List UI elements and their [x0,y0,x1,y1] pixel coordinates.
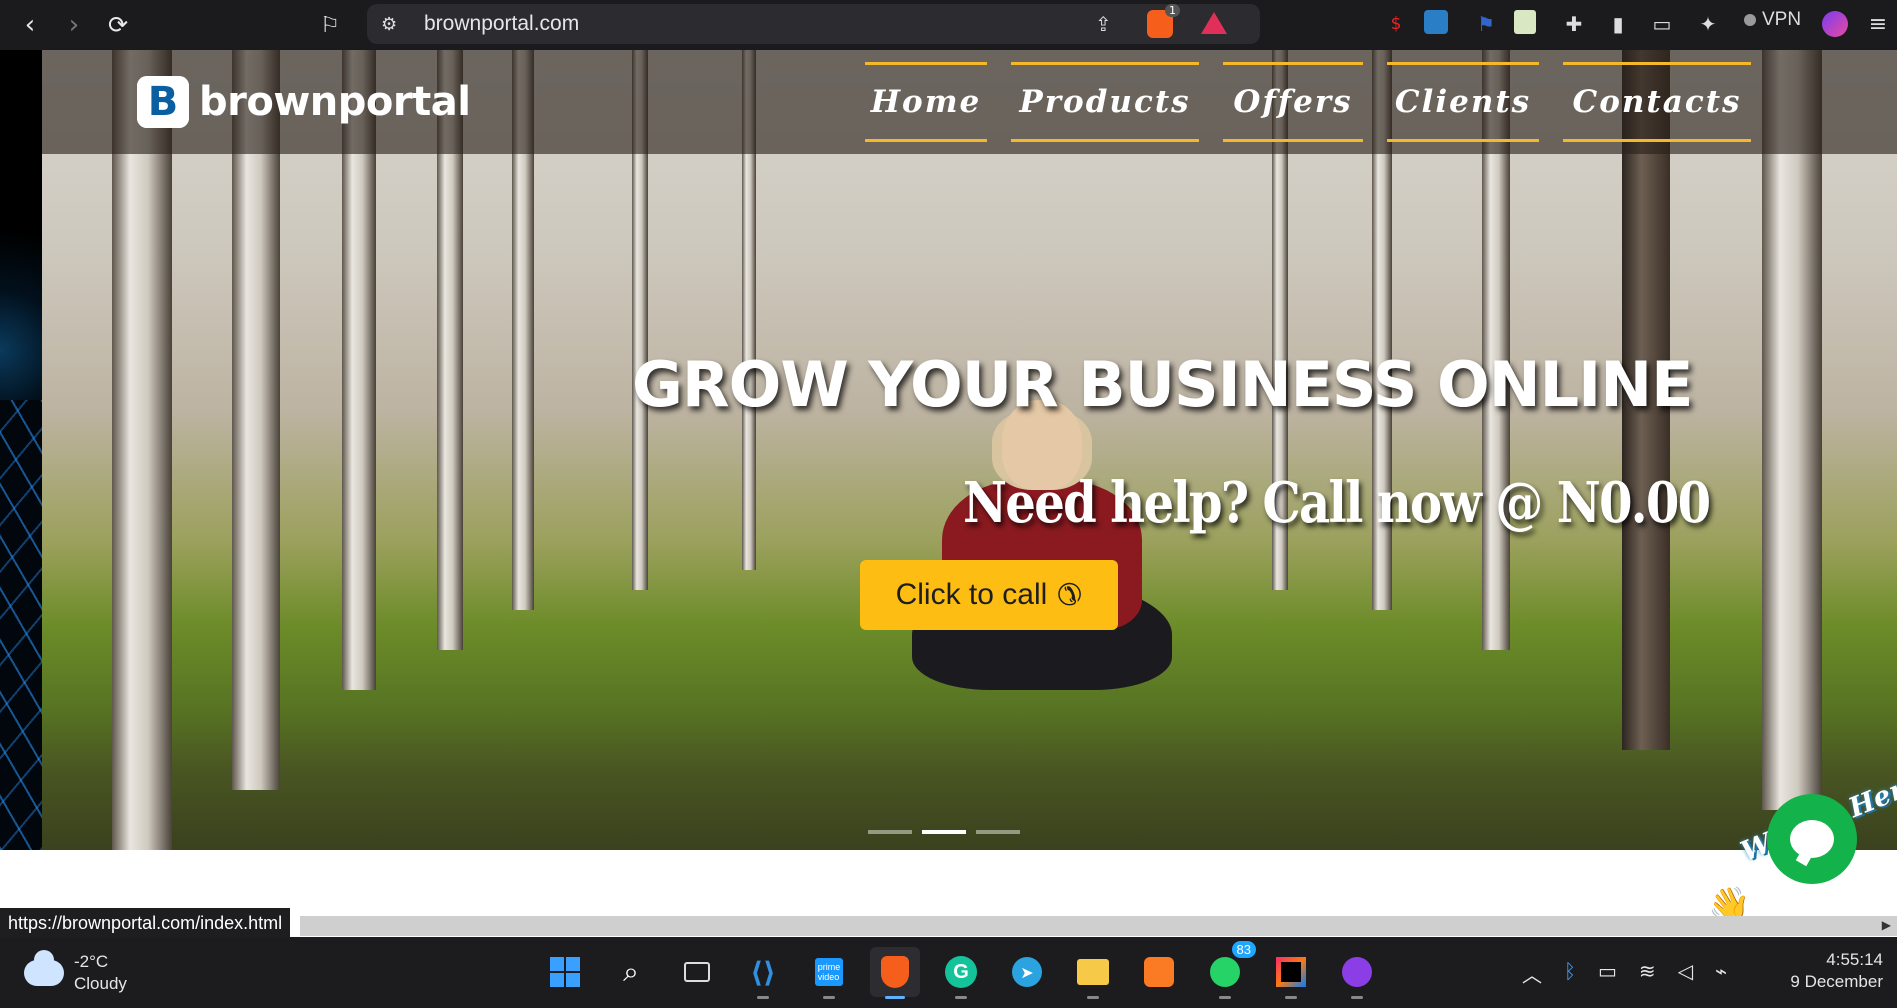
nav-products[interactable]: Products [1011,62,1199,142]
xampp-icon[interactable] [1134,947,1184,997]
forward-icon[interactable]: › [54,5,94,45]
hero-headline: GROW YOUR BUSINESS ONLINE [632,348,1693,421]
slide-indicator[interactable] [976,830,1020,834]
site-header: B brownportal Home Products Offers Clien… [42,50,1897,154]
search-icon[interactable]: ⌕ [606,947,656,997]
menu-icon[interactable]: ≡ [1862,8,1894,40]
prime-video-icon[interactable]: prime video [804,947,854,999]
birch-trunk [1762,50,1822,810]
brave-rewards-icon[interactable] [1201,12,1227,34]
logo-mark: B [137,76,189,128]
wallet-icon[interactable]: ▭ [1646,8,1678,40]
vpn-status-icon [1744,14,1756,26]
back-icon[interactable]: ‹ [10,5,50,45]
chat-widget-button[interactable] [1767,794,1857,884]
site-settings-icon[interactable]: ⚙ [381,14,397,35]
girl-sitting-image [892,380,1192,730]
nav-home[interactable]: Home [865,62,987,142]
vscode-icon[interactable]: ⟨⟩ [738,947,788,999]
extension-3-icon[interactable] [1514,10,1536,34]
weather-temp: -2°C [74,952,109,971]
start-icon[interactable] [540,947,590,997]
leo-ai-icon[interactable]: ✦ [1692,8,1724,40]
slider-indicators [868,830,1020,834]
weather-condition: Cloudy [74,974,127,993]
slide-indicator[interactable] [868,830,912,834]
cta-label: Click to call [895,578,1048,611]
horizontal-scrollbar[interactable]: ▶ [300,916,1897,936]
network-mesh-graphic [0,400,42,850]
reload-icon[interactable]: ⟳ [98,5,138,45]
telegram-icon[interactable]: ➤ [1002,947,1052,997]
chevron-up-icon[interactable]: ︿ [1522,959,1542,988]
birch-trunk [232,50,280,790]
clock-time: 4:55:14 [1826,950,1883,969]
system-tray: ︿ ᛒ ▭ ≋ ◁ ⌁ [1522,959,1727,988]
vpn-button[interactable]: VPN [1744,9,1801,31]
url-text[interactable]: brownportal.com [424,12,579,36]
address-bar[interactable]: ⚙ brownportal.com ⇪ 1 [367,4,1260,44]
mask-app-icon[interactable] [1332,947,1382,999]
share-icon[interactable]: ⇪ [1095,12,1112,36]
slide-indicator-active[interactable] [922,830,966,834]
hero-subline: Need help? Call now @ N0.00 [963,470,1711,536]
profile-avatar[interactable] [1822,11,1848,37]
task-view-icon[interactable] [672,947,722,997]
chat-bubble-icon [1790,820,1834,858]
browser-toolbar: ‹ › ⟳ ⚐ ⚙ brownportal.com ⇪ 1 $ ⚑ ✚ ▮ ▭ … [0,0,1897,50]
weather-widget[interactable]: -2°C Cloudy [24,950,127,995]
file-explorer-icon[interactable] [1068,947,1118,999]
hero-slider [42,50,1897,850]
scroll-right-icon[interactable]: ▶ [1882,918,1891,932]
shields-badge: 1 [1165,4,1180,17]
left-background-strip [0,50,42,850]
vpn-label: VPN [1762,9,1802,30]
brand-logo[interactable]: B brownportal [137,76,471,128]
main-nav: Home Products Offers Clients Contacts [865,62,1751,142]
intellij-icon[interactable] [1266,947,1316,999]
nav-offers[interactable]: Offers [1223,62,1363,142]
system-clock[interactable]: 4:55:14 9 December [1790,949,1883,993]
whatsapp-badge: 83 [1231,941,1256,958]
bluetooth-icon[interactable]: ᛒ [1564,959,1576,988]
cloud-icon [24,950,64,986]
price-extension-icon[interactable]: $ [1380,8,1412,40]
grammarly-icon[interactable]: G [936,947,986,999]
battery-icon[interactable]: ⌁ [1715,959,1727,988]
volume-icon[interactable]: ◁ [1678,959,1693,988]
page-viewport: B brownportal Home Products Offers Clien… [0,50,1897,937]
sidebar-toggle-icon[interactable]: ▮ [1602,8,1634,40]
brave-browser-icon[interactable] [870,947,920,999]
click-to-call-button[interactable]: Click to call ✆ [860,560,1118,630]
phone-icon: ✆ [1057,578,1083,612]
clock-date: 9 December [1790,972,1883,991]
taskbar-apps: ⌕ ⟨⟩ prime video G ➤ 83 [540,941,1382,999]
status-url-tooltip: https://brownportal.com/index.html [0,908,291,937]
logo-text: brownportal [199,79,471,125]
bookmark-icon[interactable]: ⚐ [310,5,350,45]
display-icon[interactable]: ▭ [1598,959,1617,988]
birch-trunk [112,50,172,850]
whatsapp-icon[interactable]: 83 [1200,941,1256,999]
windows-taskbar: -2°C Cloudy ⌕ ⟨⟩ prime video G ➤ 83 ︿ ᛒ ▭… [0,937,1897,1008]
extensions-puzzle-icon[interactable]: ✚ [1558,8,1590,40]
wifi-icon[interactable]: ≋ [1639,959,1656,988]
nav-clients[interactable]: Clients [1387,62,1539,142]
extension-1-icon[interactable] [1424,10,1448,34]
extension-2-icon[interactable]: ⚑ [1470,8,1502,40]
nav-contacts[interactable]: Contacts [1563,62,1751,142]
